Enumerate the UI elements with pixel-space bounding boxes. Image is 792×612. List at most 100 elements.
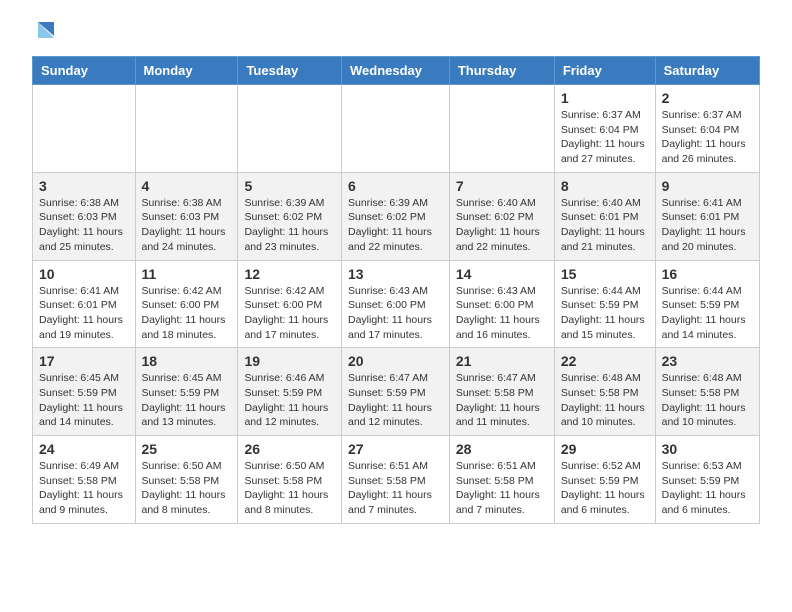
calendar-cell: 2Sunrise: 6:37 AMSunset: 6:04 PMDaylight… — [655, 85, 759, 173]
calendar-cell: 8 Sunrise: 6:40 AMSunset: 6:01 PMDaylight… — [554, 172, 655, 260]
col-saturday: Saturday — [655, 57, 759, 85]
col-thursday: Thursday — [449, 57, 554, 85]
calendar-week-row: 1 Sunrise: 6:37 AMSunset: 6:04 PMDaylight… — [33, 85, 760, 173]
day-number: 20 — [348, 353, 443, 369]
calendar-cell — [449, 85, 554, 173]
day-info: Sunrise: 6:47 AMSunset: 5:59 PMDaylight:… — [348, 371, 443, 430]
day-number: 9 — [662, 178, 753, 194]
day-info: Sunrise: 6:42 AMSunset: 6:00 PMDaylight:… — [142, 284, 232, 343]
calendar-cell — [238, 85, 342, 173]
calendar-cell: 27 Sunrise: 6:51 AMSunset: 5:58 PMDayligh… — [341, 436, 449, 524]
calendar-cell: 20 Sunrise: 6:47 AMSunset: 5:59 PMDayligh… — [341, 348, 449, 436]
day-number: 18 — [142, 353, 232, 369]
calendar-cell: 17Sunrise: 6:45 AMSunset: 5:59 PMDayligh… — [33, 348, 136, 436]
calendar-cell: 12 Sunrise: 6:42 AMSunset: 6:00 PMDayligh… — [238, 260, 342, 348]
day-number: 24 — [39, 441, 129, 457]
calendar-table: Sunday Monday Tuesday Wednesday Thursday… — [32, 56, 760, 524]
day-info: Sunrise: 6:43 AMSunset: 6:00 PMDaylight:… — [456, 284, 548, 343]
day-number: 13 — [348, 266, 443, 282]
day-info: Sunrise: 6:51 AMSunset: 5:58 PMDaylight:… — [348, 459, 443, 518]
calendar-cell: 6 Sunrise: 6:39 AMSunset: 6:02 PMDaylight… — [341, 172, 449, 260]
calendar-cell: 18 Sunrise: 6:45 AMSunset: 5:59 PMDayligh… — [135, 348, 238, 436]
calendar-header-row: Sunday Monday Tuesday Wednesday Thursday… — [33, 57, 760, 85]
day-info: Sunrise: 6:48 AMSunset: 5:58 PMDaylight:… — [662, 371, 753, 430]
logo — [24, 18, 56, 46]
day-number: 28 — [456, 441, 548, 457]
calendar-cell: 29 Sunrise: 6:52 AMSunset: 5:59 PMDayligh… — [554, 436, 655, 524]
calendar-cell — [33, 85, 136, 173]
day-info: Sunrise: 6:49 AMSunset: 5:58 PMDaylight:… — [39, 459, 129, 518]
calendar-cell: 14 Sunrise: 6:43 AMSunset: 6:00 PMDayligh… — [449, 260, 554, 348]
calendar-cell: 16Sunrise: 6:44 AMSunset: 5:59 PMDayligh… — [655, 260, 759, 348]
day-info: Sunrise: 6:50 AMSunset: 5:58 PMDaylight:… — [142, 459, 232, 518]
day-number: 16 — [662, 266, 753, 282]
day-number: 12 — [244, 266, 335, 282]
calendar-cell: 25Sunrise: 6:50 AMSunset: 5:58 PMDayligh… — [135, 436, 238, 524]
col-sunday: Sunday — [33, 57, 136, 85]
day-info: Sunrise: 6:39 AMSunset: 6:02 PMDaylight:… — [244, 196, 335, 255]
day-info: Sunrise: 6:38 AMSunset: 6:03 PMDaylight:… — [142, 196, 232, 255]
day-info: Sunrise: 6:40 AMSunset: 6:01 PMDaylight:… — [561, 196, 649, 255]
calendar-cell: 3 Sunrise: 6:38 AMSunset: 6:03 PMDaylight… — [33, 172, 136, 260]
day-number: 3 — [39, 178, 129, 194]
day-number: 8 — [561, 178, 649, 194]
day-number: 21 — [456, 353, 548, 369]
day-info: Sunrise: 6:39 AMSunset: 6:02 PMDaylight:… — [348, 196, 443, 255]
calendar-cell: 9 Sunrise: 6:41 AMSunset: 6:01 PMDaylight… — [655, 172, 759, 260]
day-info: Sunrise: 6:48 AMSunset: 5:58 PMDaylight:… — [561, 371, 649, 430]
day-number: 22 — [561, 353, 649, 369]
day-info: Sunrise: 6:46 AMSunset: 5:59 PMDaylight:… — [244, 371, 335, 430]
calendar-cell: 30 Sunrise: 6:53 AMSunset: 5:59 PMDayligh… — [655, 436, 759, 524]
day-number: 27 — [348, 441, 443, 457]
calendar-week-row: 24 Sunrise: 6:49 AMSunset: 5:58 PMDayligh… — [33, 436, 760, 524]
day-info: Sunrise: 6:45 AMSunset: 5:59 PMDaylight:… — [142, 371, 232, 430]
calendar-cell: 24 Sunrise: 6:49 AMSunset: 5:58 PMDayligh… — [33, 436, 136, 524]
day-number: 4 — [142, 178, 232, 194]
calendar-cell: 4 Sunrise: 6:38 AMSunset: 6:03 PMDaylight… — [135, 172, 238, 260]
calendar-cell: 11Sunrise: 6:42 AMSunset: 6:00 PMDayligh… — [135, 260, 238, 348]
calendar-cell — [135, 85, 238, 173]
day-info: Sunrise: 6:38 AMSunset: 6:03 PMDaylight:… — [39, 196, 129, 255]
calendar-cell: 19 Sunrise: 6:46 AMSunset: 5:59 PMDayligh… — [238, 348, 342, 436]
day-number: 5 — [244, 178, 335, 194]
calendar-week-row: 17 Sunrise: 6:45 AMSunset: 5:59 PMDayligh… — [33, 348, 760, 436]
calendar-cell: 5 Sunrise: 6:39 AMSunset: 6:02 PMDaylight… — [238, 172, 342, 260]
day-info: Sunrise: 6:41 AMSunset: 6:01 PMDaylight:… — [39, 284, 129, 343]
calendar-week-row: 3 Sunrise: 6:38 AMSunset: 6:03 PMDaylight… — [33, 172, 760, 260]
calendar-cell: 23Sunrise: 6:48 AMSunset: 5:58 PMDayligh… — [655, 348, 759, 436]
day-number: 1 — [561, 90, 649, 106]
day-info: Sunrise: 6:41 AMSunset: 6:01 PMDaylight:… — [662, 196, 753, 255]
day-info: Sunrise: 6:37 AMSunset: 6:04 PMDaylight:… — [662, 108, 753, 167]
day-info: Sunrise: 6:47 AMSunset: 5:58 PMDaylight:… — [456, 371, 548, 430]
day-number: 7 — [456, 178, 548, 194]
day-number: 19 — [244, 353, 335, 369]
day-number: 29 — [561, 441, 649, 457]
day-info: Sunrise: 6:43 AMSunset: 6:00 PMDaylight:… — [348, 284, 443, 343]
day-info: Sunrise: 6:52 AMSunset: 5:59 PMDaylight:… — [561, 459, 649, 518]
day-info: Sunrise: 6:44 AMSunset: 5:59 PMDaylight:… — [561, 284, 649, 343]
calendar-cell: 13 Sunrise: 6:43 AMSunset: 6:00 PMDayligh… — [341, 260, 449, 348]
day-info: Sunrise: 6:53 AMSunset: 5:59 PMDaylight:… — [662, 459, 753, 518]
calendar-cell: 10 Sunrise: 6:41 AMSunset: 6:01 PMDayligh… — [33, 260, 136, 348]
day-number: 30 — [662, 441, 753, 457]
col-tuesday: Tuesday — [238, 57, 342, 85]
day-number: 10 — [39, 266, 129, 282]
col-monday: Monday — [135, 57, 238, 85]
day-number: 17 — [39, 353, 129, 369]
day-info: Sunrise: 6:40 AMSunset: 6:02 PMDaylight:… — [456, 196, 548, 255]
day-number: 14 — [456, 266, 548, 282]
calendar-cell: 15 Sunrise: 6:44 AMSunset: 5:59 PMDayligh… — [554, 260, 655, 348]
calendar-cell — [341, 85, 449, 173]
calendar-week-row: 10 Sunrise: 6:41 AMSunset: 6:01 PMDayligh… — [33, 260, 760, 348]
day-number: 6 — [348, 178, 443, 194]
day-info: Sunrise: 6:51 AMSunset: 5:58 PMDaylight:… — [456, 459, 548, 518]
day-info: Sunrise: 6:42 AMSunset: 6:00 PMDaylight:… — [244, 284, 335, 343]
col-wednesday: Wednesday — [341, 57, 449, 85]
calendar-wrapper: Sunday Monday Tuesday Wednesday Thursday… — [0, 56, 792, 540]
calendar-cell: 28 Sunrise: 6:51 AMSunset: 5:58 PMDayligh… — [449, 436, 554, 524]
day-info: Sunrise: 6:50 AMSunset: 5:58 PMDaylight:… — [244, 459, 335, 518]
calendar-cell: 1Sunrise: 6:37 AMSunset: 6:04 PMDaylight… — [554, 85, 655, 173]
day-number: 26 — [244, 441, 335, 457]
day-number: 15 — [561, 266, 649, 282]
logo-icon — [28, 18, 56, 46]
